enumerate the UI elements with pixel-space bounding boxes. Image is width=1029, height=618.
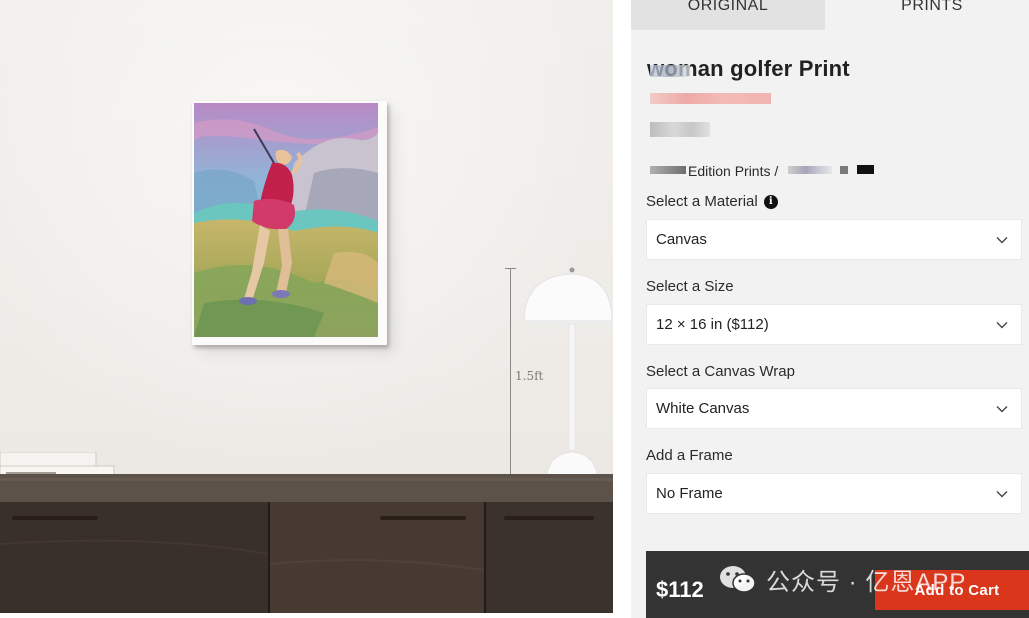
measure-cap <box>505 268 516 269</box>
tab-original[interactable]: ORIGINAL <box>631 0 825 30</box>
material-label: Select a Material <box>646 193 758 210</box>
redacted-mark <box>840 166 848 174</box>
wechat-icon <box>720 565 756 593</box>
material-label-row: Select a Material i <box>646 193 778 210</box>
chevron-down-icon <box>996 405 1008 412</box>
tab-prints[interactable]: PRINTS <box>835 0 1029 30</box>
frame-value: No Frame <box>656 485 723 502</box>
frame-select[interactable]: No Frame <box>646 473 1022 514</box>
purchase-type-tabs: ORIGINAL PRINTS <box>631 0 1029 34</box>
room-preview: 1.5ft <box>0 0 613 613</box>
chevron-down-icon <box>996 236 1008 243</box>
redacted-mark <box>857 165 874 174</box>
info-circle-icon[interactable]: i <box>763 194 778 209</box>
canvas-wrap-select[interactable]: White Canvas <box>646 388 1022 429</box>
redacted-artist-name <box>650 93 771 104</box>
size-label: Select a Size <box>646 278 734 295</box>
material-select[interactable]: Canvas <box>646 219 1022 260</box>
tab-original-label: ORIGINAL <box>687 0 769 14</box>
frame-label: Add a Frame <box>646 447 733 464</box>
wrap-value: White Canvas <box>656 400 750 417</box>
wrap-label-row: Select a Canvas Wrap <box>646 363 795 380</box>
size-value: 12 × 16 in ($112) <box>656 316 769 333</box>
watermark: 公众号 · 亿恩APP <box>718 562 966 597</box>
chevron-down-icon <box>996 321 1008 328</box>
redacted-info <box>650 122 710 137</box>
table-lamp <box>523 267 613 486</box>
height-measure-line <box>510 268 511 486</box>
size-select[interactable]: 12 × 16 in ($112) <box>646 304 1022 345</box>
artwork-preview[interactable] <box>192 101 387 345</box>
size-label-row: Select a Size <box>646 278 734 295</box>
redacted-edition-prefix <box>650 166 686 174</box>
wrap-label: Select a Canvas Wrap <box>646 363 795 380</box>
wooden-sideboard <box>0 474 613 613</box>
golfer-painting <box>194 103 378 337</box>
chevron-down-icon <box>996 490 1008 497</box>
tab-prints-label: PRINTS <box>901 0 963 14</box>
edition-info: Edition Prints / <box>688 163 779 179</box>
frame-label-row: Add a Frame <box>646 447 733 464</box>
price: $112 <box>656 577 704 602</box>
watermark-text: 公众号 · 亿恩APP <box>766 569 967 596</box>
material-value: Canvas <box>656 231 707 248</box>
redacted-overlay <box>650 65 690 77</box>
redacted-edition-count <box>788 166 832 174</box>
